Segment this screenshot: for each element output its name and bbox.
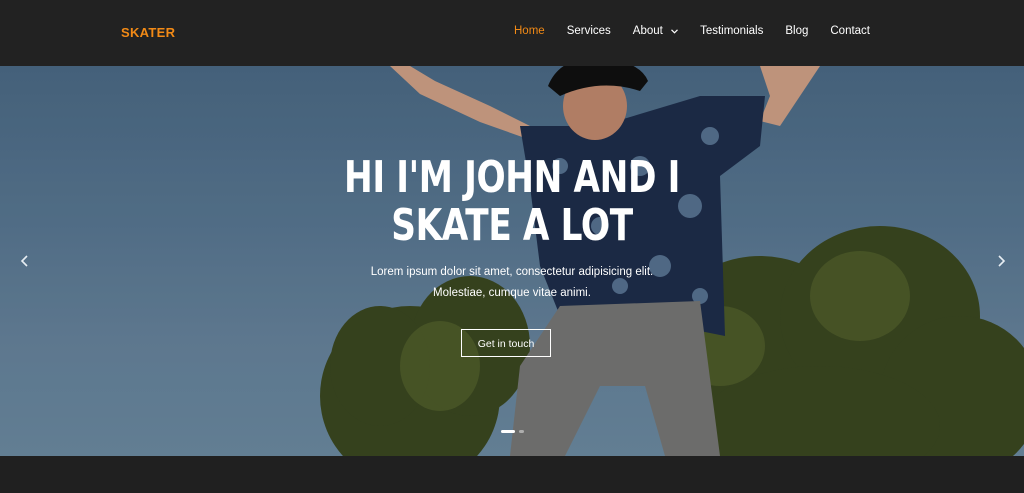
hero-headline-line2: SKATE A LOT xyxy=(391,200,633,251)
brand-logo[interactable]: SKATER xyxy=(121,25,175,40)
nav-item-testimonials[interactable]: Testimonials xyxy=(700,25,763,37)
hero-overlay xyxy=(0,66,1024,456)
carousel-next-button[interactable] xyxy=(992,252,1010,270)
carousel-prev-button[interactable] xyxy=(16,252,34,270)
hero-subtitle: Lorem ipsum dolor sit amet, consectetur … xyxy=(0,262,1024,304)
nav-item-about-label: About xyxy=(632,25,663,38)
hero-subtitle-line2: Molestiae, cumque vitae animi. xyxy=(433,287,591,299)
chevron-right-icon xyxy=(998,255,1006,267)
chevron-left-icon xyxy=(20,255,28,267)
top-navbar: SKATER Home Services About Testimonials … xyxy=(0,0,1024,66)
nav-item-blog[interactable]: Blog xyxy=(785,25,808,37)
nav-item-services[interactable]: Services xyxy=(567,25,611,37)
hero-headline-line1: HI I'M JOHN AND I xyxy=(343,152,681,203)
carousel-indicator-1[interactable] xyxy=(501,430,515,433)
hero-subtitle-line1: Lorem ipsum dolor sit amet, consectetur … xyxy=(370,266,654,278)
chevron-down-icon xyxy=(671,25,678,37)
carousel-indicator-2[interactable] xyxy=(519,430,524,433)
nav-item-home[interactable]: Home xyxy=(514,25,545,37)
nav-item-about[interactable]: About xyxy=(633,25,678,37)
page-bottom-band xyxy=(0,456,1024,493)
hero-headline: HI I'M JOHN AND I SKATE A LOT xyxy=(113,154,912,250)
main-menu: Home Services About Testimonials Blog Co… xyxy=(514,25,870,37)
hero-carousel: HI I'M JOHN AND I SKATE A LOT Lorem ipsu… xyxy=(0,66,1024,456)
carousel-indicators xyxy=(501,430,528,433)
nav-item-contact[interactable]: Contact xyxy=(830,25,870,37)
get-in-touch-button[interactable]: Get in touch xyxy=(461,329,551,357)
